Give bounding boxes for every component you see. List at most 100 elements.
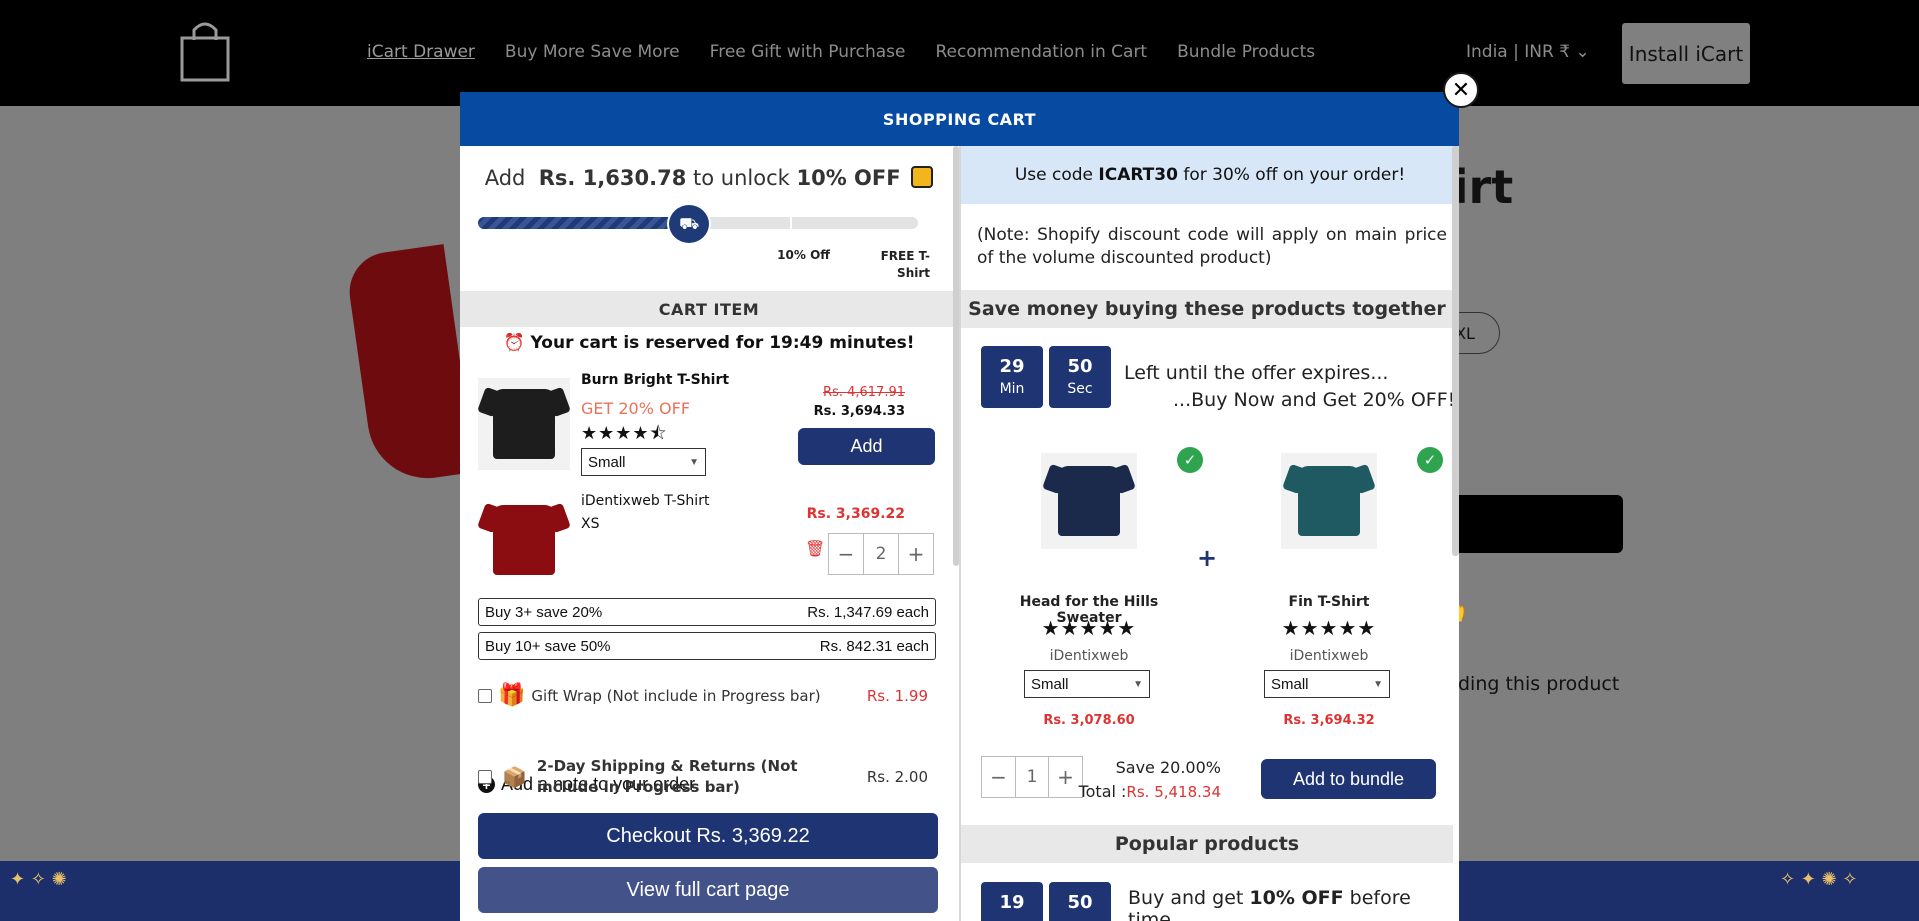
- coupon-suffix: for 30% off on your order!: [1183, 165, 1406, 185]
- bundle-product-vendor: iDentixweb: [1289, 648, 1369, 664]
- reservation-timer: ⏰ Your cart is reserved for 19:49 minute…: [460, 333, 958, 353]
- upsell-product-name[interactable]: Burn Bright T-Shirt: [581, 372, 729, 388]
- bundle-total-value: Rs. 5,418.34: [1126, 783, 1221, 801]
- offer-line-2: ...Buy Now and Get 20% OFF!: [1173, 389, 1456, 411]
- bundle-save-label: Save 20.00%: [1115, 758, 1221, 777]
- minus-icon[interactable]: −: [829, 534, 863, 574]
- tshirt-icon: [493, 505, 555, 575]
- discount-disclaimer: (Note: Shopify discount code will apply …: [977, 225, 1447, 268]
- cart-line-variant: XS: [581, 516, 600, 532]
- unlock-middle: to unlock: [693, 166, 790, 190]
- upsell-discount: GET 20% OFF: [581, 399, 691, 418]
- popular-timer-a: 19: [981, 882, 1043, 921]
- upsell-size-value: Small: [588, 453, 626, 471]
- nav-link-buy-more[interactable]: Buy More Save More: [505, 42, 680, 62]
- bundle-heading: Save money buying these products togethe…: [961, 290, 1453, 328]
- view-cart-button[interactable]: View full cart page: [478, 867, 938, 913]
- gift-wrap-checkbox[interactable]: [478, 688, 492, 703]
- timer-minutes-label: Min: [999, 381, 1025, 397]
- bundle-product-stars: ★★★★★: [1281, 616, 1377, 640]
- upsell-size-select[interactable]: Small ▼: [581, 448, 706, 476]
- bundle-product-price: Rs. 3,694.32: [1283, 713, 1375, 728]
- trash-icon[interactable]: 🗑: [805, 539, 825, 558]
- unlock-progress-bar: ⛟: [478, 203, 918, 245]
- sweater-icon: [1058, 466, 1120, 536]
- shipping-label: 2-Day Shipping & Returns (Not include in…: [536, 757, 798, 796]
- nav-link-icart-drawer[interactable]: iCart Drawer: [367, 42, 475, 62]
- popular-timer-b-value: 50: [1067, 892, 1093, 913]
- tier-label: Buy 10+ save 50%: [485, 637, 611, 655]
- caret-down-icon: ▼: [1133, 678, 1143, 690]
- check-icon[interactable]: ✓: [1177, 447, 1203, 473]
- bundle-product-vendor: iDentixweb: [1049, 648, 1129, 664]
- nav-link-bundle[interactable]: Bundle Products: [1177, 42, 1315, 62]
- quantity-stepper: − 2 +: [828, 533, 934, 575]
- cart-line-price: Rs. 3,369.22: [806, 506, 905, 522]
- confetti-icon: ✦ ✧ ✺: [10, 869, 67, 890]
- milestone-tick: [790, 217, 792, 229]
- timer-seconds-value: 50: [1067, 356, 1093, 377]
- unlock-message: Add Rs. 1,630.78 to unlock 10% OFF: [460, 166, 958, 190]
- confetti-icon: ✧ ✦ ✺ ✧: [1780, 869, 1858, 890]
- upsell-old-price: Rs. 4,617.91: [823, 385, 905, 400]
- main-nav: iCart Drawer Buy More Save More Free Gif…: [367, 42, 1315, 62]
- close-icon[interactable]: ✕: [1443, 72, 1479, 108]
- upsell-product-image[interactable]: [478, 378, 570, 470]
- tier-price: Rs. 842.31 each: [819, 637, 929, 655]
- cart-drawer: SHOPPING CART Add Rs. 1,630.78 to unlock…: [460, 92, 1459, 921]
- unlock-reward: 10% OFF: [796, 166, 901, 190]
- bundle-size-select[interactable]: Small ▼: [1024, 670, 1150, 698]
- popular-timer-a-value: 19: [999, 892, 1025, 913]
- bundle-product-image[interactable]: [1281, 453, 1377, 549]
- popular-offer-bold: 10% OFF: [1249, 887, 1344, 909]
- cart-item-heading: CART ITEM: [460, 291, 958, 327]
- checkout-button[interactable]: Checkout Rs. 3,369.22: [478, 813, 938, 859]
- add-to-bundle-button[interactable]: Add to bundle: [1261, 759, 1436, 799]
- coupon-prefix: Use code: [1014, 165, 1093, 185]
- shipping-box-icon: 📦: [502, 765, 527, 789]
- popular-offer-prefix: Buy and get: [1128, 887, 1244, 909]
- upsell-add-button[interactable]: Add: [798, 428, 935, 465]
- tier-price: Rs. 1,347.69 each: [807, 603, 929, 621]
- region-label: India | INR ₹: [1466, 42, 1571, 62]
- reservation-text: Your cart is reserved for 19:49 minutes!: [530, 333, 915, 353]
- install-button[interactable]: Install iCart: [1622, 23, 1750, 84]
- alarm-clock-icon: ⏰: [503, 333, 525, 353]
- bundle-product-image[interactable]: [1041, 453, 1137, 549]
- bundle-product-stars: ★★★★★: [1041, 616, 1137, 640]
- shipping-checkbox[interactable]: [478, 770, 492, 784]
- check-icon[interactable]: ✓: [1417, 447, 1443, 473]
- upsell-rating-stars: ★★★★⯪: [581, 423, 668, 444]
- volume-tier[interactable]: Buy 10+ save 50% Rs. 842.31 each: [478, 632, 936, 660]
- truck-icon: ⛟: [667, 203, 712, 245]
- plus-icon[interactable]: +: [899, 534, 933, 574]
- caret-down-icon: ▼: [689, 456, 699, 468]
- bundle-size-value: Small: [1031, 675, 1069, 693]
- gift-wrap-option: 🎁 Gift Wrap (Not include in Progress bar…: [478, 683, 938, 708]
- add-to-cart-button[interactable]: [1440, 495, 1623, 553]
- bag-logo-icon[interactable]: [178, 18, 232, 88]
- nav-link-free-gift[interactable]: Free Gift with Purchase: [710, 42, 906, 62]
- unlock-amount: Rs. 1,630.78: [538, 166, 687, 190]
- page-text-fragment: ding this product: [1458, 673, 1620, 695]
- bundle-product-name[interactable]: Fin T-Shirt: [1229, 594, 1429, 610]
- bundle-quantity-value[interactable]: 1: [1015, 757, 1049, 797]
- timer-seconds: 50 Sec: [1049, 346, 1111, 408]
- tier-label: Buy 3+ save 20%: [485, 603, 603, 621]
- gift-wrap-label: Gift Wrap (Not include in Progress bar): [531, 686, 821, 705]
- region-selector[interactable]: India | INR ₹ ⌄: [1466, 42, 1590, 62]
- site-header: iCart Drawer Buy More Save More Free Gif…: [0, 0, 1919, 106]
- nav-link-recommendation[interactable]: Recommendation in Cart: [935, 42, 1147, 62]
- right-scrollbar[interactable]: [1452, 146, 1459, 556]
- shipping-price: Rs. 2.00: [866, 768, 928, 786]
- bundle-product-price: Rs. 3,078.60: [1043, 713, 1135, 728]
- quantity-value[interactable]: 2: [863, 534, 899, 574]
- volume-tier[interactable]: Buy 3+ save 20% Rs. 1,347.69 each: [478, 598, 936, 626]
- cart-line-name[interactable]: iDentixweb T-Shirt: [581, 493, 709, 509]
- minus-icon[interactable]: −: [982, 757, 1015, 797]
- chevron-down-icon: ⌄: [1575, 42, 1590, 62]
- bundle-size-select[interactable]: Small ▼: [1264, 670, 1390, 698]
- shipping-option: 📦 2-Day Shipping & Returns (Not include …: [478, 756, 938, 798]
- timer-minutes: 29 Min: [981, 346, 1043, 408]
- cart-line-image[interactable]: [478, 494, 570, 586]
